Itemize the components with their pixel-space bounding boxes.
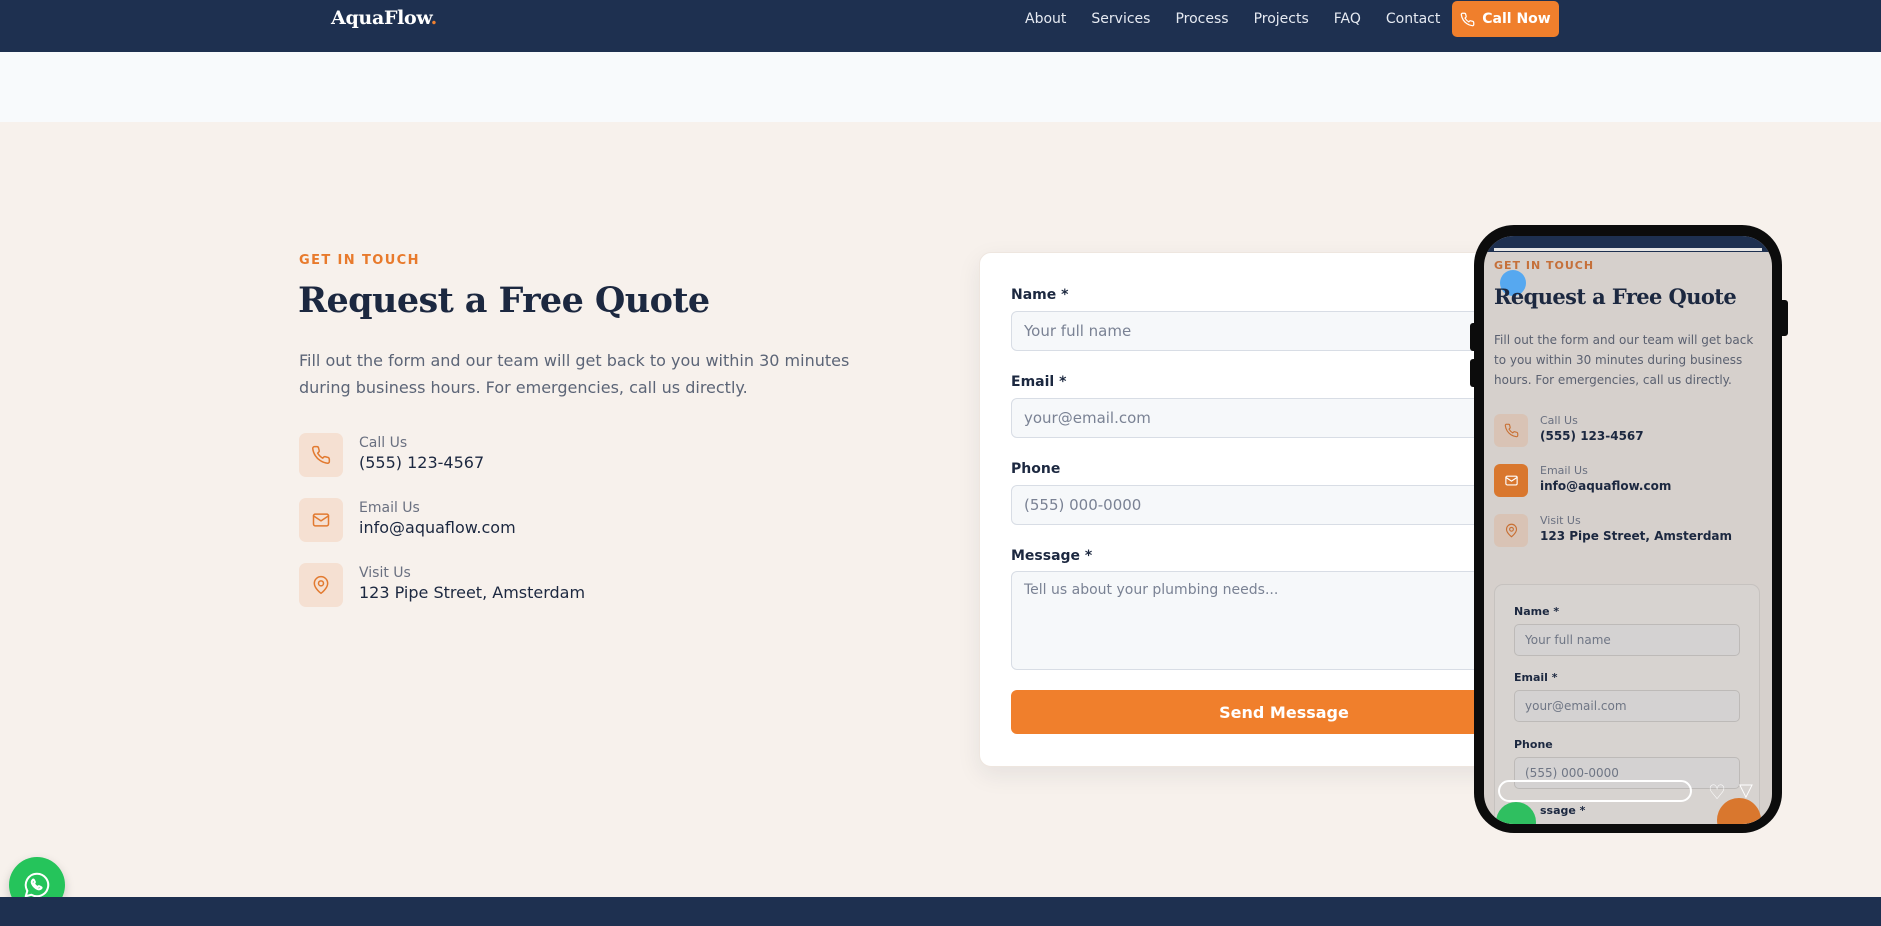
contact-call[interactable]: Call Us (555) 123-4567 (299, 433, 484, 477)
call-now-button[interactable]: Call Now (1452, 1, 1559, 37)
section-eyebrow: GET IN TOUCH (299, 253, 420, 268)
phone-icon (299, 433, 343, 477)
nav-link-process[interactable]: Process (1175, 10, 1228, 28)
mobile-message-label: ssage * (1540, 804, 1586, 817)
nav-link-about[interactable]: About (1025, 10, 1066, 28)
nav-link-projects[interactable]: Projects (1254, 10, 1309, 28)
mobile-email-input[interactable]: your@email.com (1514, 690, 1740, 722)
mail-icon (1494, 464, 1528, 497)
phone-icon (1460, 12, 1475, 26)
mobile-name-input[interactable]: Your full name (1514, 624, 1740, 656)
message-label: Message * (1011, 548, 1093, 564)
mobile-contact-address-label: Visit Us (1540, 514, 1581, 527)
whatsapp-icon (24, 872, 50, 898)
email-label: Email * (1011, 374, 1067, 390)
mobile-contact-call[interactable]: Call Us (555) 123-4567 (1494, 414, 1644, 447)
phone-input[interactable]: (555) 000-0000 (1011, 485, 1491, 525)
mobile-contact-email[interactable]: Email Us info@aquaflow.com (1494, 464, 1671, 497)
contact-address-value: 123 Pipe Street, Amsterdam (359, 583, 586, 602)
message-textarea[interactable]: Tell us about your plumbing needs... (1011, 571, 1491, 670)
name-input[interactable]: Your full name (1011, 311, 1491, 351)
footer-band (0, 897, 1881, 926)
contact-email-value: info@aquaflow.com (359, 518, 516, 537)
contact-call-value: (555) 123-4567 (359, 453, 485, 472)
logo[interactable]: AquaFlow. (331, 7, 437, 29)
mail-icon (299, 498, 343, 542)
contact-email[interactable]: Email Us info@aquaflow.com (299, 498, 516, 542)
mobile-name-label: Name * (1514, 605, 1560, 618)
nav-links: About Services Process Projects FAQ Cont… (1025, 10, 1465, 28)
email-input[interactable]: your@email.com (1011, 398, 1491, 438)
phone-icon (1494, 414, 1528, 447)
mobile-divider (1494, 248, 1762, 251)
contact-email-label: Email Us (359, 500, 420, 516)
map-pin-icon (1494, 514, 1528, 547)
mobile-email-label: Email * (1514, 671, 1558, 684)
section-lede: Fill out the form and our team will get … (299, 351, 850, 397)
contact-address[interactable]: Visit Us 123 Pipe Street, Amsterdam (299, 563, 585, 607)
mobile-contact-call-value: (555) 123-4567 (1540, 429, 1644, 443)
mobile-phone-label: Phone (1514, 738, 1553, 751)
nav-link-contact[interactable]: Contact (1386, 10, 1440, 28)
map-pin-icon (299, 563, 343, 607)
mobile-contact-address-value: 123 Pipe Street, Amsterdam (1540, 529, 1733, 543)
phone-label: Phone (1011, 461, 1061, 477)
section-divider-band (0, 52, 1881, 122)
mobile-contact-email-label: Email Us (1540, 464, 1588, 477)
heart-icon[interactable]: ♡ (1708, 780, 1726, 804)
mobile-title: Request a Free Quote (1494, 284, 1737, 309)
browser-url-bar[interactable] (1498, 780, 1692, 802)
contact-address-label: Visit Us (359, 565, 411, 581)
mobile-contact-call-label: Call Us (1540, 414, 1578, 427)
page-title: Request a Free Quote (298, 280, 710, 321)
mobile-preview-screen: GET IN TOUCH Request a Free Quote Fill o… (1484, 236, 1772, 824)
top-navbar: AquaFlow. About Services Process Project… (0, 0, 1881, 52)
name-label: Name * (1011, 287, 1069, 303)
call-now-label: Call Now (1482, 11, 1551, 27)
nav-link-faq[interactable]: FAQ (1334, 10, 1361, 28)
mobile-contact-address[interactable]: Visit Us 123 Pipe Street, Amsterdam (1494, 514, 1732, 547)
nav-link-services[interactable]: Services (1091, 10, 1150, 28)
mobile-contact-email-value: info@aquaflow.com (1540, 479, 1672, 493)
contact-call-label: Call Us (359, 435, 408, 451)
mobile-lede: Fill out the form and our team will get … (1494, 333, 1754, 387)
